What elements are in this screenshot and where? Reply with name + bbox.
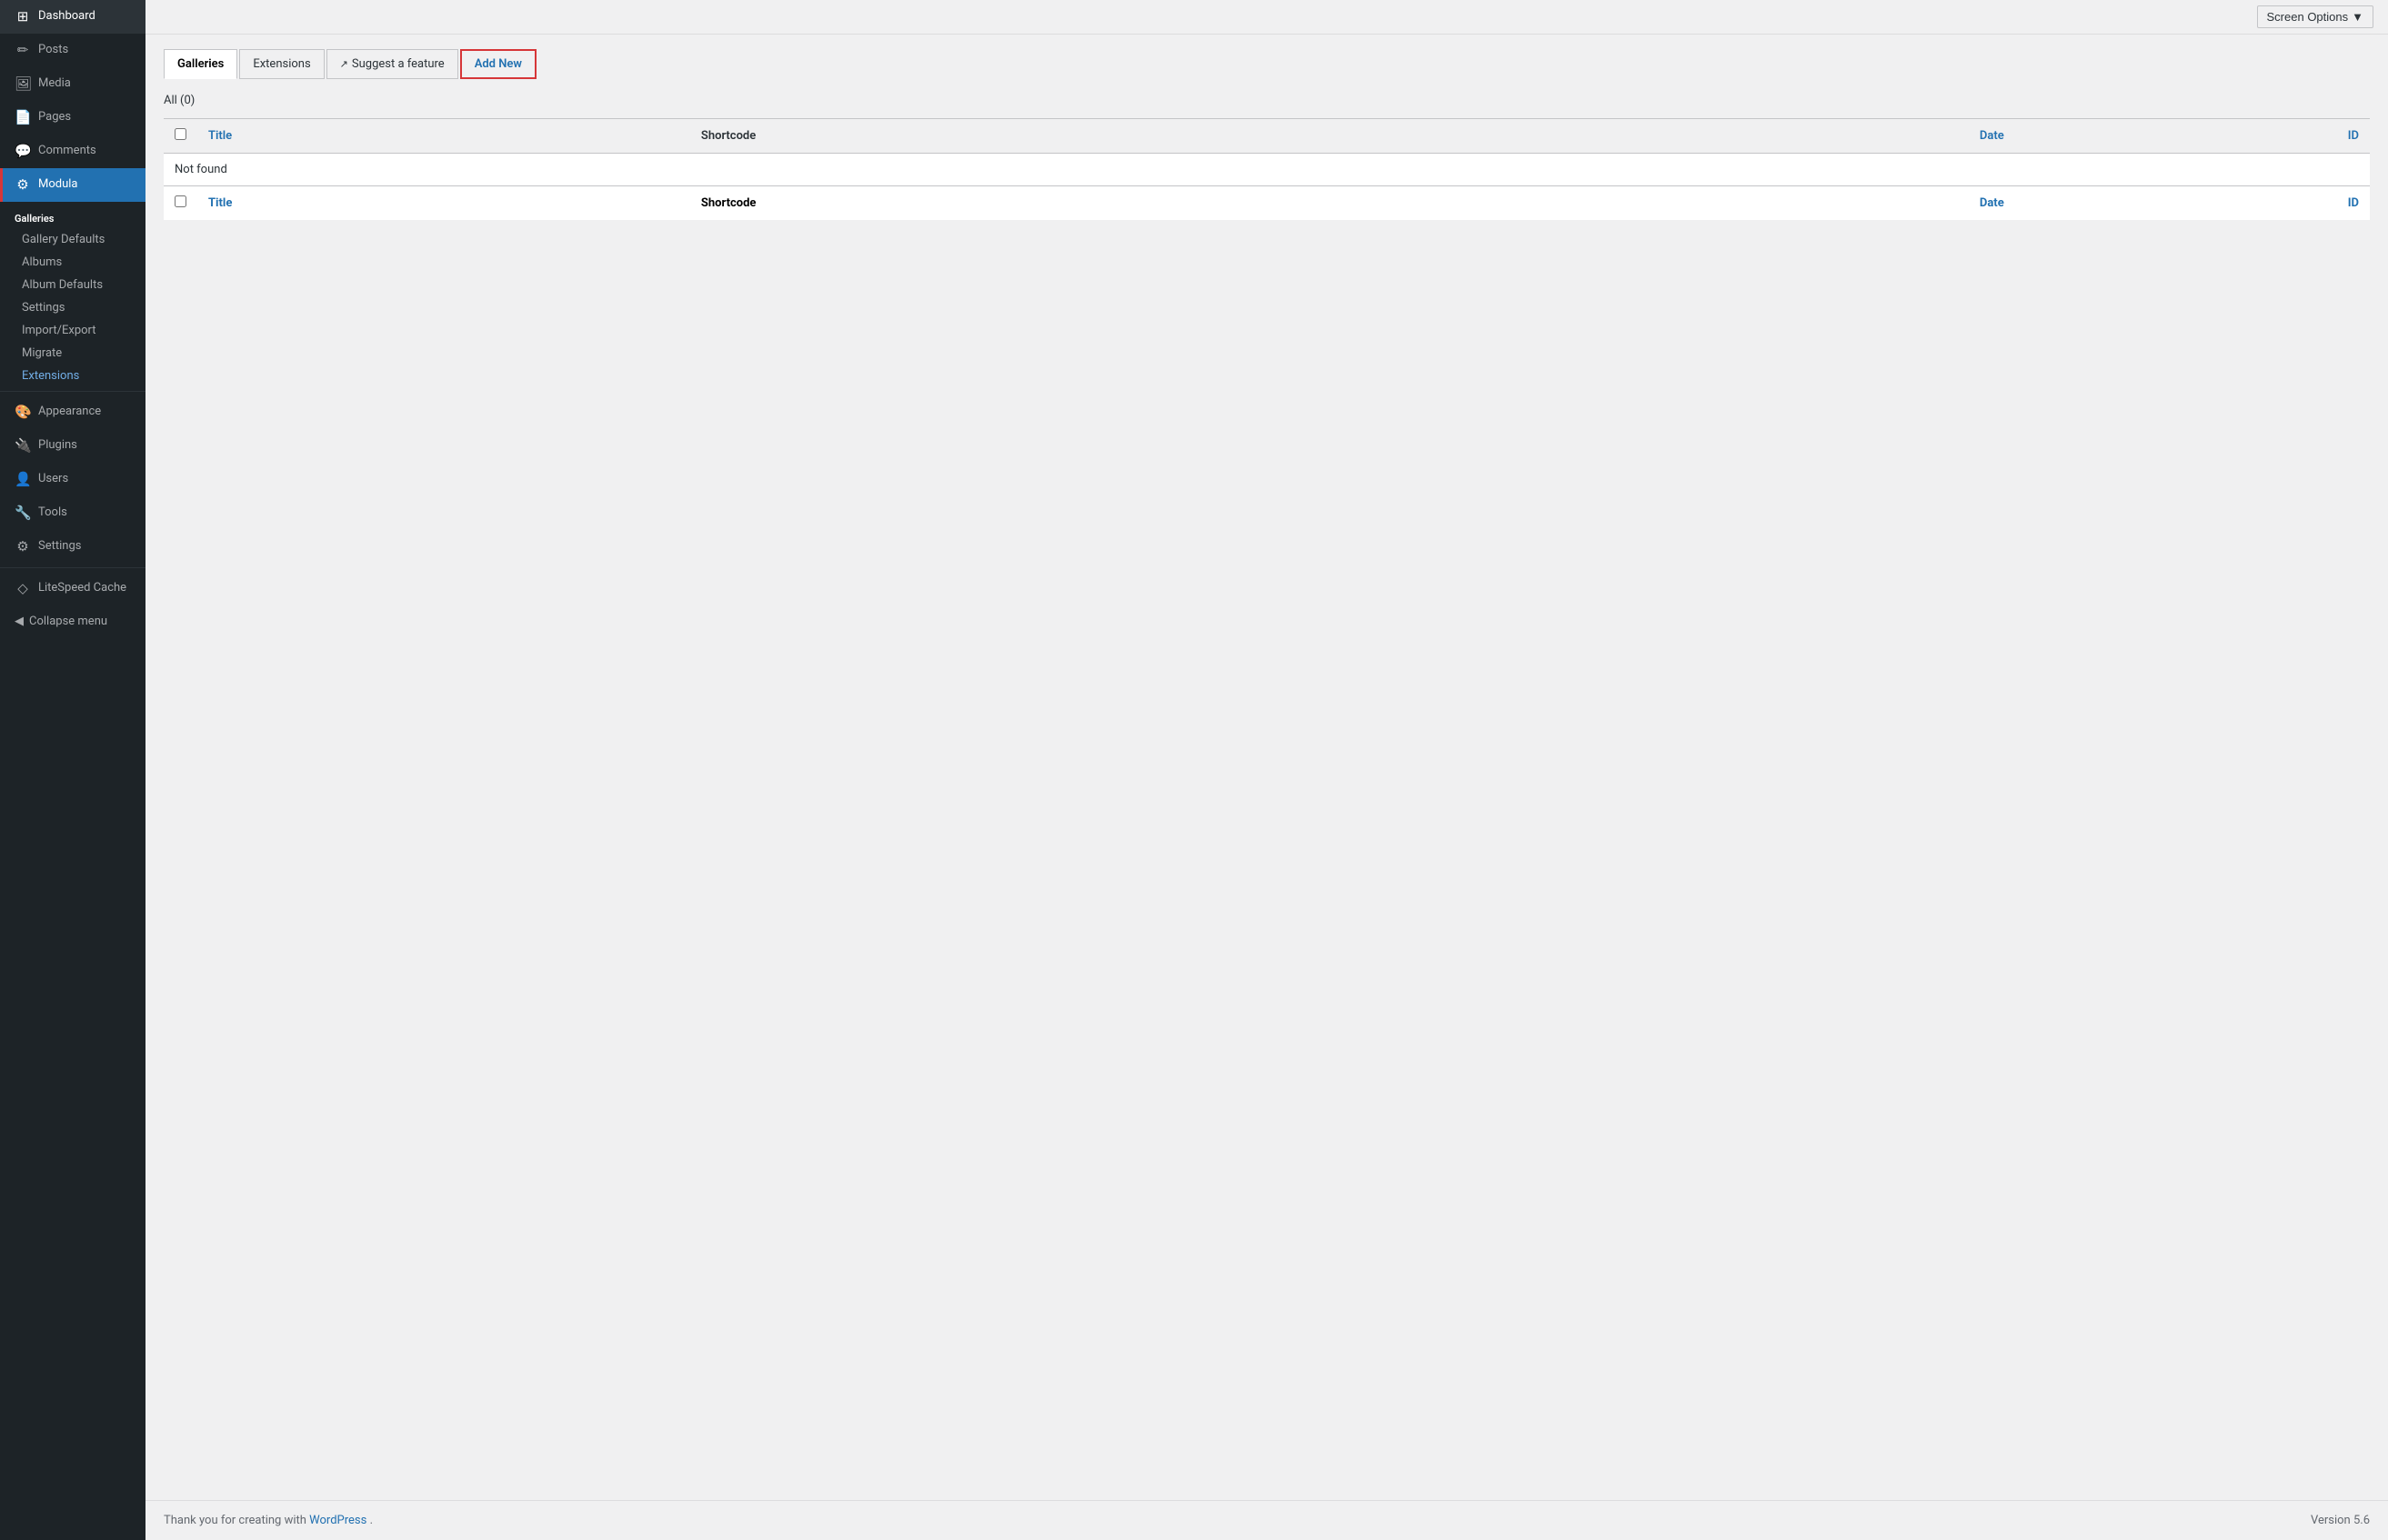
media-icon: 🖼	[15, 75, 31, 94]
sidebar-divider	[0, 391, 145, 392]
table-header: Title Shortcode Date ID	[164, 119, 2370, 154]
th-shortcode: Shortcode	[690, 119, 1518, 154]
th-date[interactable]: Date	[1518, 119, 2015, 154]
sidebar-item-appearance[interactable]: 🎨 Appearance	[0, 395, 145, 429]
tools-icon: 🔧	[15, 504, 31, 523]
sidebar-item-dashboard[interactable]: ⊞ Dashboard	[0, 0, 145, 34]
screen-options-label: Screen Options	[2267, 10, 2349, 24]
main-content: Screen Options ▼ Galleries Extensions ↗ …	[145, 0, 2388, 1540]
modula-icon: ⚙	[15, 175, 31, 195]
sidebar-item-label: Tools	[38, 505, 67, 521]
posts-icon: ✏	[15, 41, 31, 60]
sidebar-item-migrate[interactable]: Migrate	[0, 342, 145, 365]
sidebar-item-label: Plugins	[38, 437, 77, 454]
sidebar-item-comments[interactable]: 💬 Comments	[0, 135, 145, 168]
sidebar-item-label: Appearance	[38, 404, 101, 420]
wordpress-link[interactable]: WordPress	[309, 1514, 369, 1527]
sidebar-item-settings-main[interactable]: ⚙ Settings	[0, 530, 145, 564]
appearance-icon: 🎨	[15, 403, 31, 422]
sidebar-item-gallery-defaults[interactable]: Gallery Defaults	[0, 228, 145, 251]
collapse-menu-button[interactable]: ◀ Collapse menu	[0, 605, 145, 637]
collapse-icon: ◀	[15, 615, 24, 628]
galleries-table: Title Shortcode Date ID Not found	[164, 118, 2370, 220]
tab-suggest-feature[interactable]: ↗ Suggest a feature	[326, 49, 458, 79]
galleries-submenu: Galleries Gallery Defaults Albums Album …	[0, 202, 145, 387]
settings-icon: ⚙	[15, 537, 31, 556]
external-link-icon: ↗	[340, 58, 348, 70]
comments-icon: 💬	[15, 142, 31, 161]
nav-tabs: Galleries Extensions ↗ Suggest a feature…	[164, 49, 2370, 79]
dashboard-icon: ⊞	[15, 7, 31, 26]
sidebar-item-label: LiteSpeed Cache	[38, 580, 126, 596]
active-indicator	[0, 168, 3, 202]
tab-galleries[interactable]: Galleries	[164, 49, 237, 79]
footer-left: Thank you for creating with WordPress .	[164, 1514, 373, 1527]
footer-period: .	[370, 1514, 373, 1527]
sidebar-divider-2	[0, 567, 145, 568]
sidebar-item-media[interactable]: 🖼 Media	[0, 67, 145, 101]
empty-message: Not found	[164, 154, 2370, 186]
sidebar-item-users[interactable]: 👤 Users	[0, 463, 145, 496]
sidebar-item-pages[interactable]: 📄 Pages	[0, 101, 145, 135]
select-all-checkbox[interactable]	[175, 128, 186, 140]
sidebar-item-label: Pages	[38, 109, 71, 125]
chevron-down-icon: ▼	[2352, 10, 2363, 24]
sidebar-item-label: Posts	[38, 42, 68, 58]
sidebar-item-import-export[interactable]: Import/Export	[0, 319, 145, 342]
sidebar-item-label: Modula	[38, 176, 78, 193]
table-body: Not found	[164, 154, 2370, 186]
litespeed-icon: ◇	[15, 579, 31, 598]
content-area: Galleries Extensions ↗ Suggest a feature…	[145, 35, 2388, 1500]
screen-options-button[interactable]: Screen Options ▼	[2257, 5, 2373, 28]
tfoot-checkbox	[164, 186, 197, 221]
table-row-empty: Not found	[164, 154, 2370, 186]
sidebar-item-posts[interactable]: ✏ Posts	[0, 34, 145, 67]
tfoot-id[interactable]: ID	[2015, 186, 2370, 221]
users-icon: 👤	[15, 470, 31, 489]
sidebar-item-label: Dashboard	[38, 8, 95, 25]
th-title[interactable]: Title	[197, 119, 690, 154]
tab-add-new[interactable]: Add New	[460, 49, 537, 79]
table-footer-row: Title Shortcode Date ID	[164, 186, 2370, 221]
sidebar-item-label: Users	[38, 471, 68, 487]
sidebar-item-album-defaults[interactable]: Album Defaults	[0, 274, 145, 296]
sidebar-item-settings[interactable]: Settings	[0, 296, 145, 319]
sidebar-item-tools[interactable]: 🔧 Tools	[0, 496, 145, 530]
filter-bar: All (0)	[164, 94, 2370, 107]
sidebar-item-modula[interactable]: ⚙ Modula	[0, 168, 145, 202]
collapse-label: Collapse menu	[29, 615, 107, 628]
sidebar-item-extensions[interactable]: Extensions	[0, 365, 145, 387]
sidebar-item-label: Settings	[38, 538, 81, 555]
galleries-section-label: Galleries	[0, 202, 145, 228]
filter-all-label: All	[164, 94, 177, 107]
footer-thank-you: Thank you for creating with	[164, 1514, 306, 1527]
filter-count: (0)	[180, 94, 195, 107]
footer-bar: Thank you for creating with WordPress . …	[145, 1500, 2388, 1540]
table-footer: Title Shortcode Date ID	[164, 186, 2370, 221]
select-all-checkbox-bottom[interactable]	[175, 195, 186, 207]
top-bar: Screen Options ▼	[145, 0, 2388, 35]
footer-version: Version 5.6	[2311, 1514, 2370, 1527]
th-id[interactable]: ID	[2015, 119, 2370, 154]
tfoot-date[interactable]: Date	[1518, 186, 2015, 221]
sidebar-item-label: Comments	[38, 143, 96, 159]
sidebar-item-litespeed[interactable]: ◇ LiteSpeed Cache	[0, 572, 145, 605]
sidebar: ⊞ Dashboard ✏ Posts 🖼 Media 📄 Pages 💬 Co…	[0, 0, 145, 1540]
table-header-row: Title Shortcode Date ID	[164, 119, 2370, 154]
tfoot-shortcode: Shortcode	[690, 186, 1518, 221]
sidebar-item-albums[interactable]: Albums	[0, 251, 145, 274]
th-checkbox	[164, 119, 197, 154]
plugins-icon: 🔌	[15, 436, 31, 455]
tfoot-title[interactable]: Title	[197, 186, 690, 221]
sidebar-item-label: Media	[38, 75, 71, 92]
pages-icon: 📄	[15, 108, 31, 127]
sidebar-item-plugins[interactable]: 🔌 Plugins	[0, 429, 145, 463]
tab-extensions[interactable]: Extensions	[239, 49, 324, 79]
